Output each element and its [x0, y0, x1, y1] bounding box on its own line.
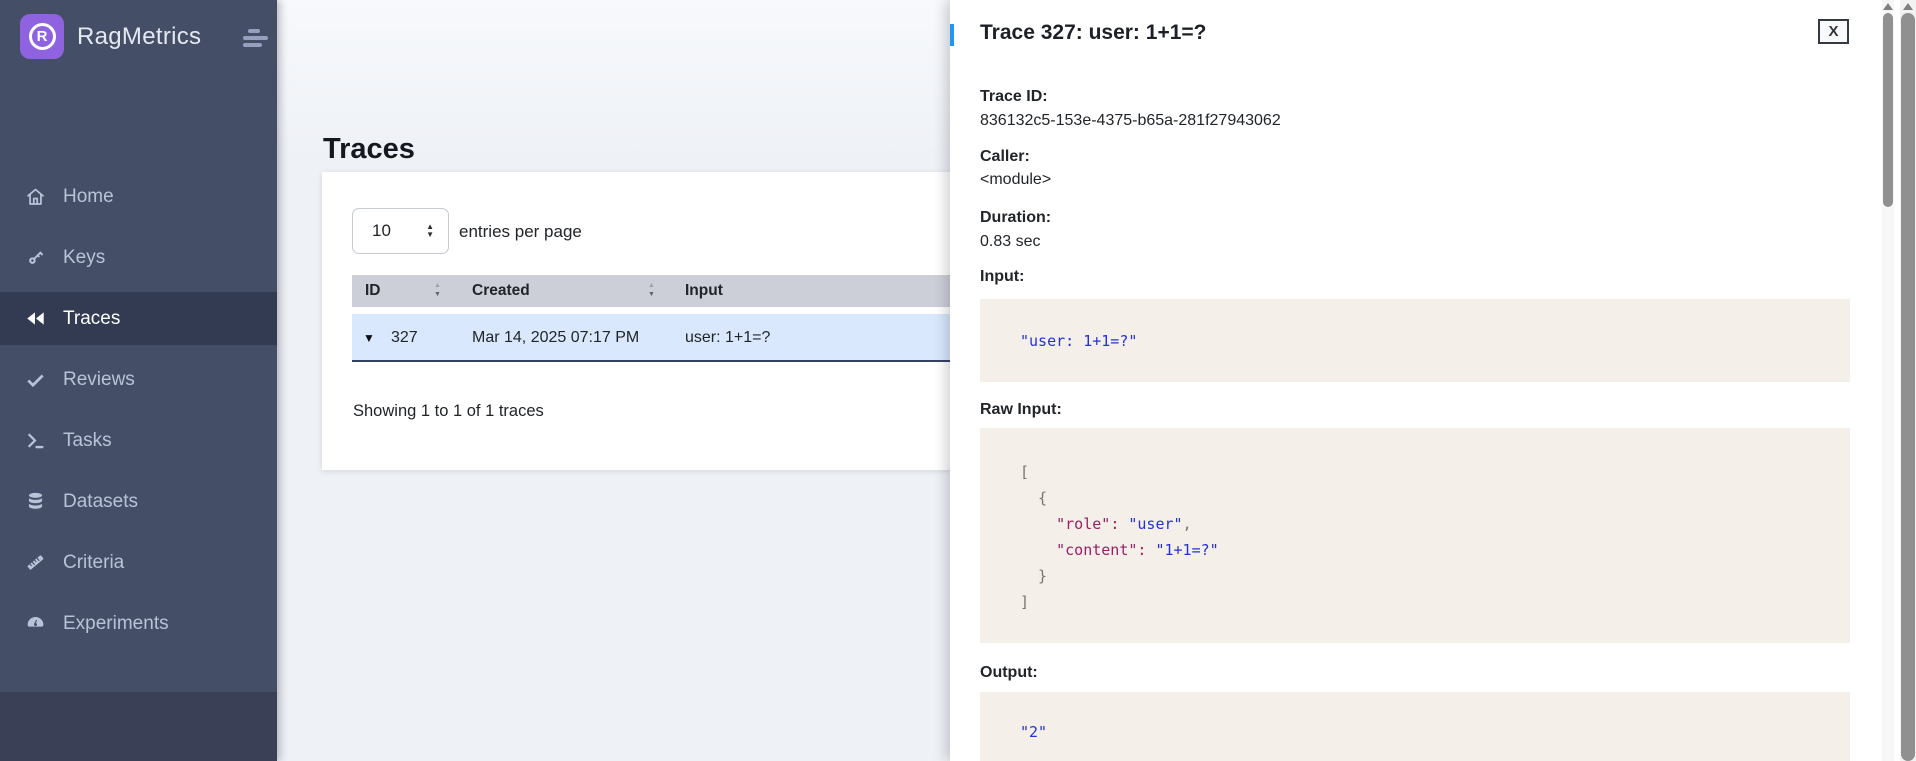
sidebar-item-label: Criteria: [63, 551, 125, 573]
sidebar-item-label: Experiments: [63, 612, 169, 634]
table-header: ID ▲ ▼ Created ▲ ▼ Input: [352, 275, 950, 307]
column-header-id[interactable]: ID: [365, 275, 381, 307]
sidebar-item-tasks[interactable]: Tasks: [0, 414, 277, 467]
gauge-icon: [24, 613, 46, 635]
entries-per-page-select[interactable]: 10 ▲ ▼: [352, 208, 449, 254]
sidebar-nav: Home Keys Traces Reviews Tasks Datasets …: [0, 170, 277, 658]
row-created-cell: Mar 14, 2025 07:17 PM: [472, 329, 640, 346]
input-code-block: "user: 1+1=?": [980, 299, 1850, 382]
sidebar-item-label: Traces: [63, 307, 121, 329]
caller-label: Caller:: [980, 148, 1030, 165]
page-title: Traces: [323, 133, 415, 165]
sidebar-item-label: Reviews: [63, 368, 135, 390]
app-logo-icon: R: [20, 14, 64, 59]
entries-per-page-label: entries per page: [459, 222, 582, 241]
ruler-icon: [24, 552, 46, 574]
trace-detail-panel: Trace 327: user: 1+1=? X Trace ID: 83613…: [950, 0, 1916, 761]
input-code-text: "user: 1+1=?": [1020, 331, 1138, 350]
output-code-text: "2": [1020, 723, 1048, 741]
sidebar-item-label: Tasks: [63, 429, 112, 451]
sidebar-item-datasets[interactable]: Datasets: [0, 475, 277, 528]
duration-label: Duration:: [980, 209, 1052, 226]
raw-input-label: Raw Input:: [980, 401, 1062, 418]
output-label: Output:: [980, 664, 1038, 681]
trace-id-value: 836132c5-153e-4375-b65a-281f27943062: [980, 112, 1281, 129]
terminal-icon: [24, 430, 46, 452]
sidebar-item-home[interactable]: Home: [0, 170, 277, 223]
sidebar-item-traces[interactable]: Traces: [0, 292, 277, 345]
database-icon: [24, 491, 46, 513]
panel-scrollbar-thumb[interactable]: [1883, 13, 1893, 207]
output-code-block: "2": [980, 692, 1850, 761]
column-header-created[interactable]: Created: [472, 275, 530, 307]
sidebar-item-experiments[interactable]: Experiments: [0, 597, 277, 650]
select-arrows-icon: ▲ ▼: [426, 222, 434, 239]
app-root: R RagMetrics Home Keys Traces Reviews Ta…: [0, 0, 1916, 761]
row-id-cell: 327: [391, 329, 418, 346]
raw-input-code: [ { "role": "user", "content": "1+1=?" }…: [980, 428, 1850, 643]
check-icon: [24, 369, 46, 391]
window-scrollbar-thumb[interactable]: [1901, 13, 1915, 761]
close-button[interactable]: X: [1818, 19, 1849, 44]
sidebar-item-criteria[interactable]: Criteria: [0, 536, 277, 589]
sort-icon[interactable]: ▲ ▼: [434, 281, 441, 299]
key-icon: [24, 247, 46, 269]
panel-title: Trace 327: user: 1+1=?: [980, 21, 1207, 44]
scroll-up-icon[interactable]: [1903, 3, 1913, 10]
sidebar: R RagMetrics Home Keys Traces Reviews Ta…: [0, 0, 277, 761]
sidebar-item-label: Home: [63, 185, 114, 207]
rewind-icon: [24, 308, 46, 330]
panel-scrollbar[interactable]: [1882, 0, 1894, 761]
row-input-cell: user: 1+1=?: [685, 329, 771, 346]
row-expander-icon[interactable]: ▼: [363, 331, 375, 345]
sidebar-item-label: Keys: [63, 246, 106, 268]
duration-value: 0.83 sec: [980, 233, 1041, 250]
input-label: Input:: [980, 268, 1025, 285]
caller-value: <module>: [980, 171, 1052, 188]
traces-card: 10 ▲ ▼ entries per page ID ▲ ▼ Created ▲ ▼ …: [322, 172, 962, 470]
table-summary: Showing 1 to 1 of 1 traces: [353, 402, 544, 420]
scroll-up-icon[interactable]: [1883, 3, 1893, 10]
trace-id-label: Trace ID:: [980, 88, 1048, 105]
menu-toggle-icon[interactable]: [243, 29, 268, 50]
sidebar-item-reviews[interactable]: Reviews: [0, 353, 277, 406]
entries-select-value: 10: [372, 221, 391, 240]
sidebar-item-label: Datasets: [63, 490, 138, 512]
brand[interactable]: R RagMetrics: [20, 14, 201, 59]
sidebar-item-keys[interactable]: Keys: [0, 231, 277, 284]
sidebar-footer: [0, 692, 277, 761]
sort-icon[interactable]: ▲ ▼: [648, 281, 655, 299]
table-row[interactable]: ▼ 327 Mar 14, 2025 07:17 PM user: 1+1=?: [352, 314, 950, 362]
logo-ring: R: [28, 23, 56, 50]
brand-name: RagMetrics: [77, 22, 202, 50]
panel-accent-bar: [950, 24, 954, 46]
column-header-input[interactable]: Input: [685, 275, 723, 307]
home-icon: [24, 186, 46, 208]
window-scrollbar[interactable]: [1900, 0, 1916, 761]
